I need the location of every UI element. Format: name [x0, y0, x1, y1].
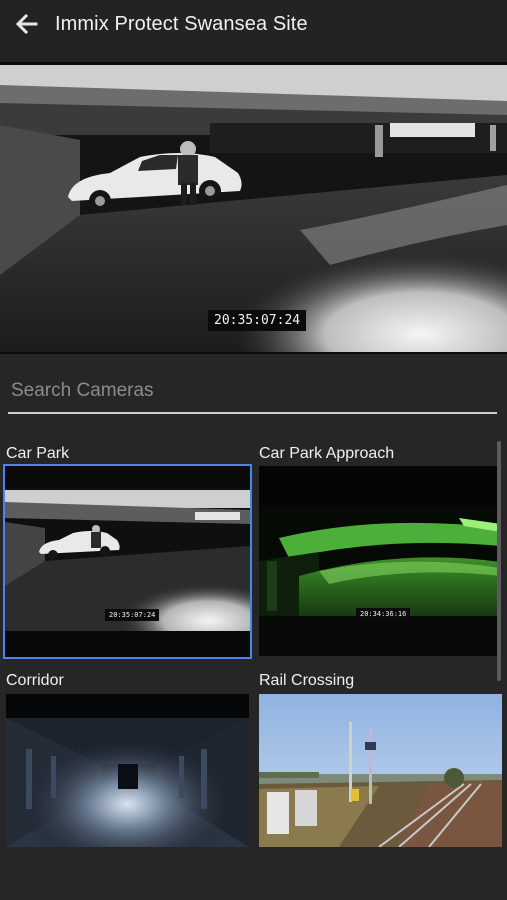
camera-thumbnail-car-park-approach — [259, 466, 501, 656]
camera-label-car-park-approach: Car Park Approach — [259, 445, 395, 462]
camera-thumbnail-car-park — [5, 466, 250, 657]
search-bar — [8, 370, 497, 416]
camera-tile-corridor[interactable] — [6, 694, 249, 847]
search-input[interactable] — [8, 370, 497, 414]
camera-tile-rail-crossing[interactable] — [259, 694, 502, 847]
camera-tile-car-park-approach[interactable]: 20:34:36:16 — [259, 466, 501, 656]
app-header: Immix Protect Swansea Site — [0, 0, 507, 62]
camera-label-rail-crossing: Rail Crossing — [259, 672, 355, 689]
camera-thumbnail-rail-crossing — [259, 694, 502, 847]
camera-timestamp-car-park-approach: 20:34:36:16 — [356, 608, 411, 620]
camera-label-corridor: Corridor — [6, 672, 64, 689]
arrow-left-icon — [15, 13, 38, 35]
camera-label-car-park: Car Park — [6, 445, 70, 462]
main-camera-feed[interactable]: 20:35:07:24 — [0, 62, 507, 354]
page-title: Immix Protect Swansea Site — [55, 13, 308, 35]
camera-tile-car-park[interactable]: 20:35:07:24 — [3, 464, 252, 659]
grid-scrollbar[interactable] — [497, 441, 501, 681]
camera-timestamp-car-park: 20:35:07:24 — [105, 609, 160, 621]
main-feed-timestamp: 20:35:07:24 — [208, 310, 307, 331]
app-root: Immix Protect Swansea Site 20:35:07:24 S… — [0, 0, 507, 900]
back-button[interactable] — [10, 8, 44, 40]
camera-thumbnail-corridor — [6, 694, 249, 847]
